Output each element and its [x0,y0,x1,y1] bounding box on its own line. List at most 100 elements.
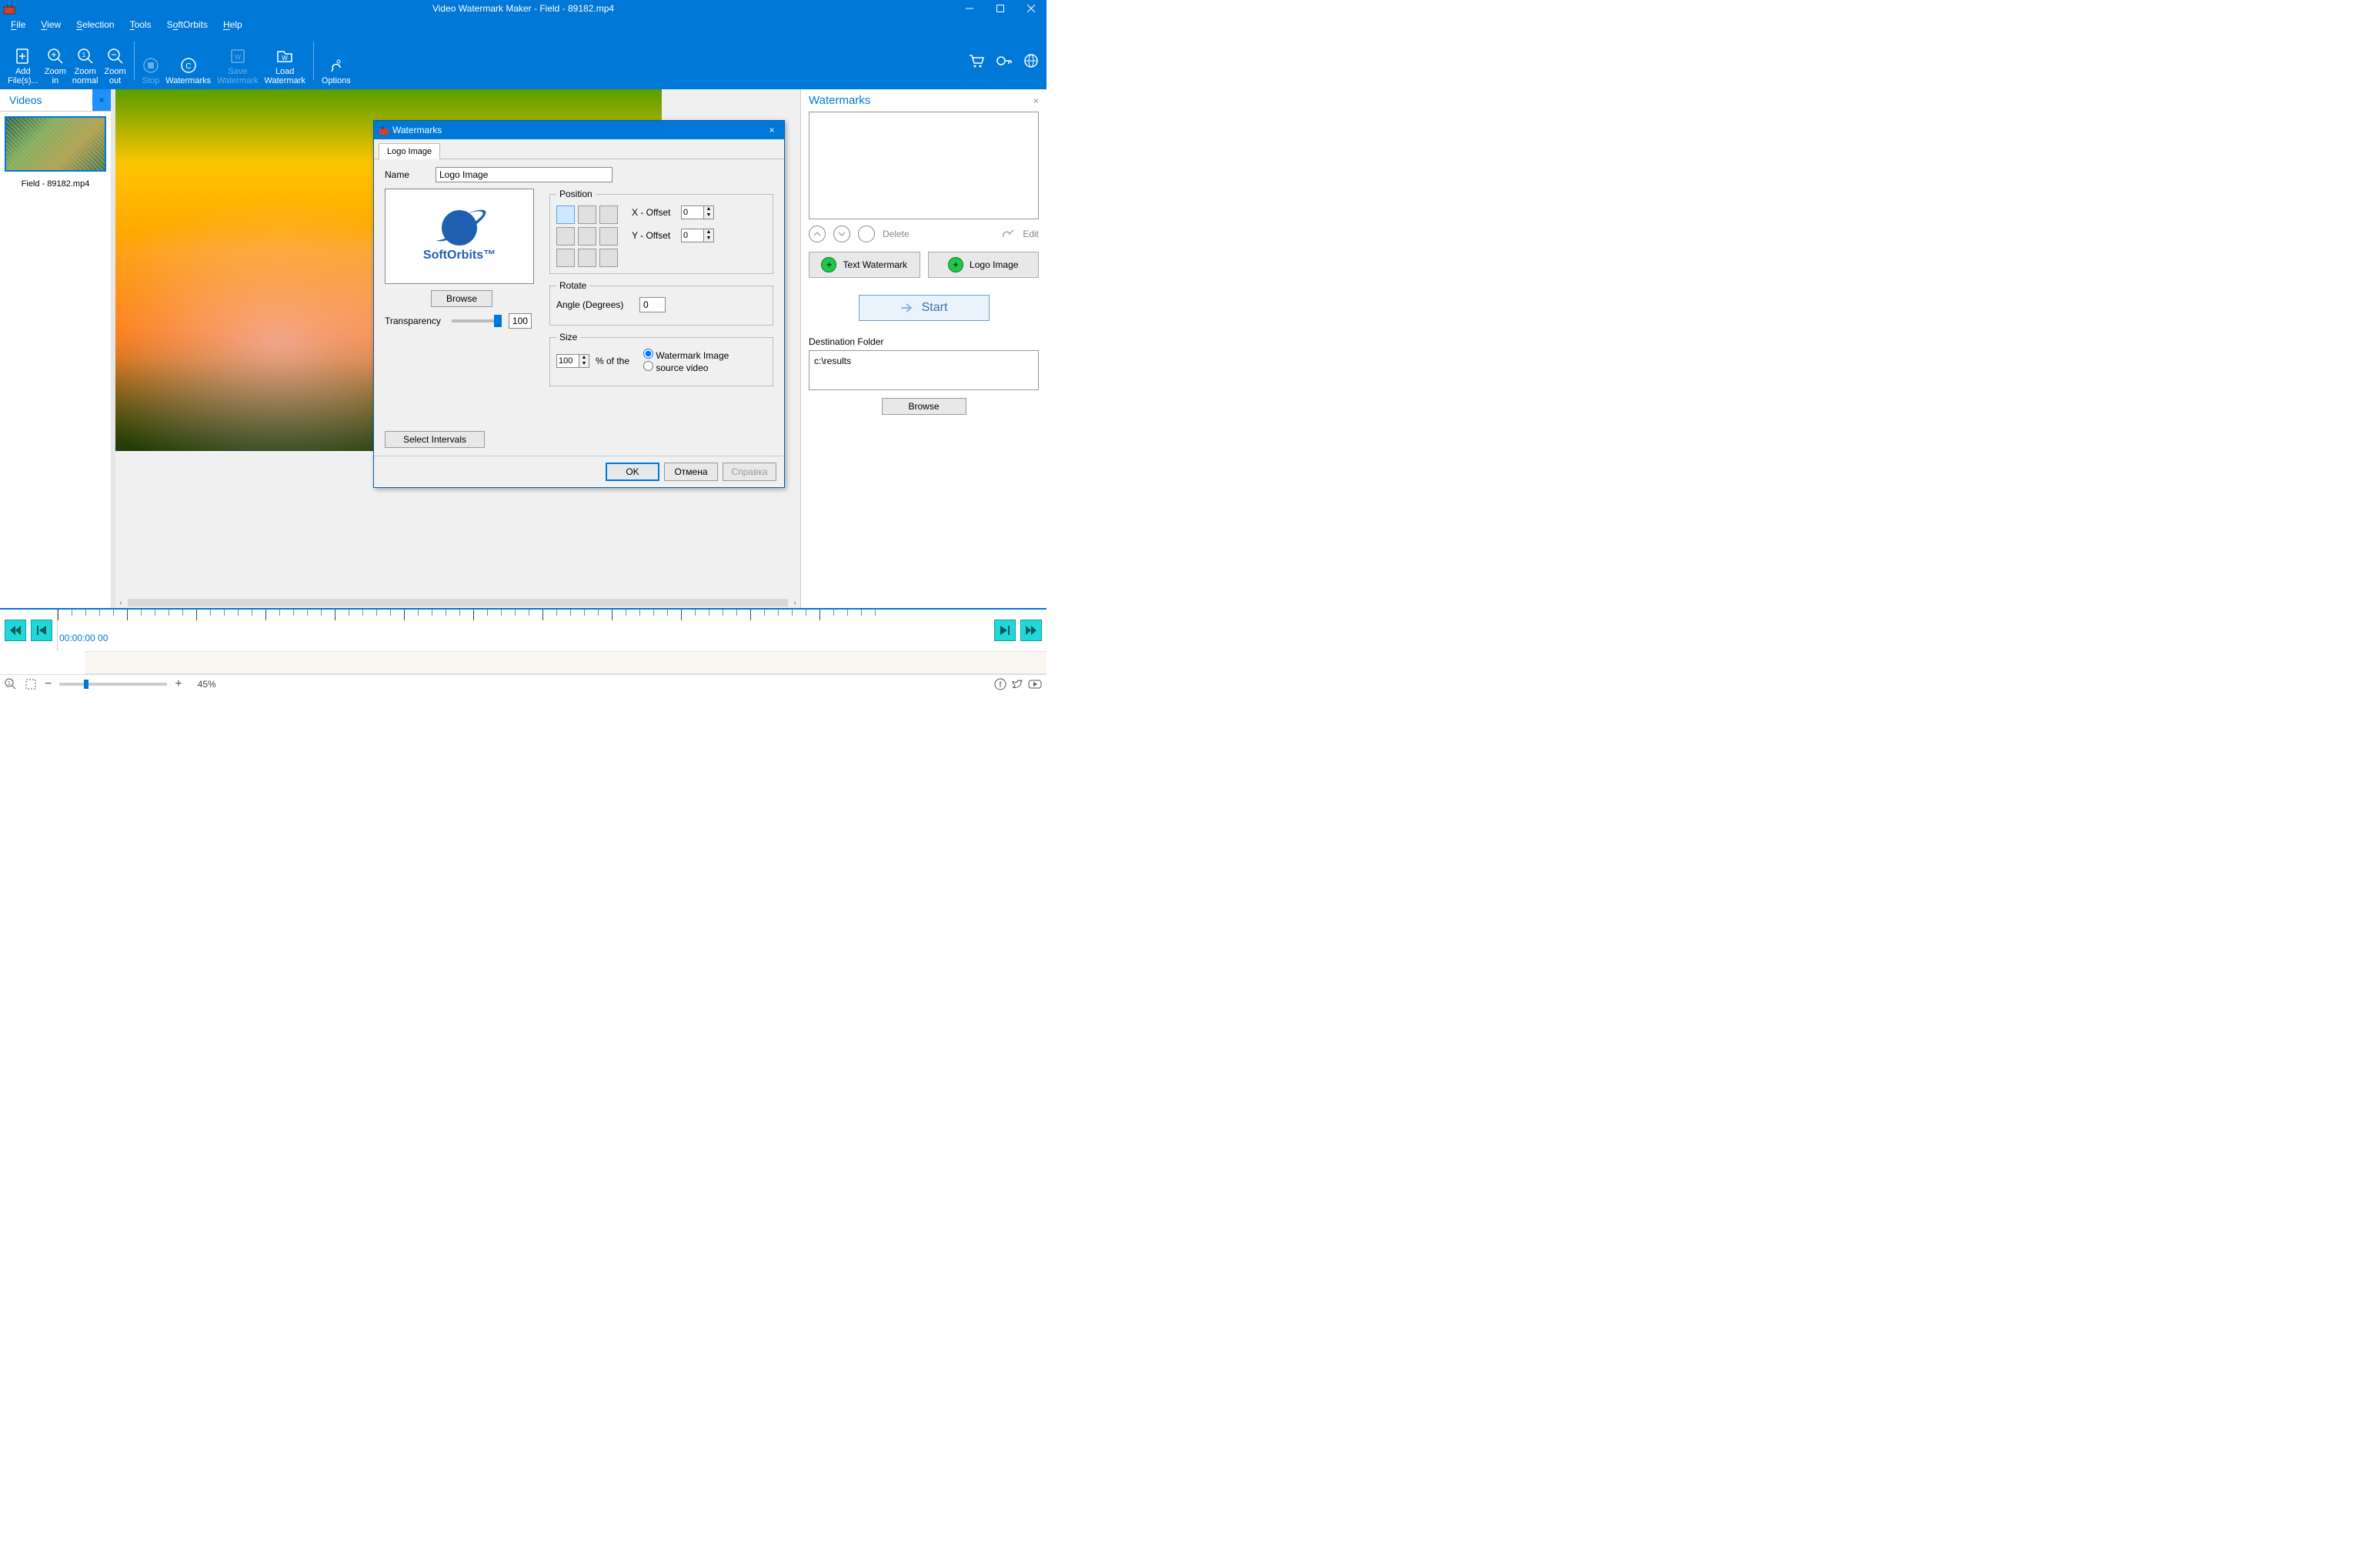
position-top-right[interactable] [599,205,618,224]
window-title: Video Watermark Maker - Field - 89182.mp… [432,3,614,14]
position-mid-center[interactable] [578,227,596,246]
key-icon[interactable] [996,53,1013,68]
svg-text:C: C [185,62,191,71]
svg-text:1: 1 [82,52,85,58]
load-watermark-button[interactable]: W Load Watermark [262,36,309,85]
toggle-button[interactable] [858,226,875,242]
app-icon [3,2,15,15]
video-thumbnail[interactable] [5,116,106,172]
position-top-center[interactable] [578,205,596,224]
videos-panel-close[interactable]: × [92,89,111,111]
destination-folder-value: c:\results [809,350,1039,390]
dialog-close-button[interactable]: × [764,125,779,135]
menu-selection[interactable]: Selection [76,19,114,30]
close-button[interactable] [1016,0,1046,17]
position-mid-right[interactable] [599,227,618,246]
menu-softorbits[interactable]: SoftOrbits [167,19,208,30]
delete-link[interactable]: Delete [883,229,910,239]
zoom-in-button[interactable]: Zoom in [42,36,69,85]
position-bot-right[interactable] [599,249,618,267]
zoom-slider[interactable] [59,683,167,686]
horizontal-scrollbar[interactable]: ‹› [115,597,800,608]
titlebar: Video Watermark Maker - Field - 89182.mp… [0,0,1046,17]
toolbar: Add File(s)... Zoom in 1 Zoom normal Zoo… [0,32,1046,89]
edit-link[interactable]: Edit [1023,229,1039,239]
position-top-left[interactable] [556,205,575,224]
canvas-view[interactable]: Watermarks × Logo Image Name [115,89,800,597]
facebook-icon[interactable]: f [994,678,1006,690]
radio-source-video[interactable]: source video [643,361,729,373]
clip-track[interactable] [85,651,1046,674]
y-offset-spinner[interactable]: ▲▼ [681,229,714,242]
y-offset-label: Y - Offset [632,230,675,241]
add-files-button[interactable]: Add File(s)... [5,36,42,85]
status-bar: 1 − + 45% f [0,674,1046,693]
menu-tools[interactable]: Tools [130,19,152,30]
menu-file[interactable]: File [11,19,25,30]
position-bot-center[interactable] [578,249,596,267]
dialog-app-icon [379,125,389,135]
cancel-button[interactable]: Отмена [664,463,718,481]
watermarks-panel-close[interactable]: × [1033,95,1039,106]
transparency-label: Transparency [385,316,441,326]
angle-label: Angle (Degrees) [556,299,633,310]
timeline: 00:00:00 00 [0,608,1046,674]
browse-logo-button[interactable]: Browse [431,290,492,307]
position-fieldset: Position [549,189,773,274]
zoom-actual-icon[interactable]: 1 [5,678,17,690]
rewind-button[interactable] [5,620,26,641]
angle-input[interactable] [639,297,666,312]
video-filename: Field - 89182.mp4 [0,179,111,189]
move-up-button[interactable] [809,226,826,242]
add-text-watermark-button[interactable]: +Text Watermark [809,252,920,278]
transparency-value[interactable] [509,313,532,329]
radio-watermark-image[interactable]: Watermark Image [643,349,729,361]
timeline-ruler[interactable]: 00:00:00 00 [57,610,990,651]
watermarks-dialog: Watermarks × Logo Image Name [373,120,785,488]
twitter-icon[interactable] [1011,678,1023,690]
name-label: Name [385,169,429,180]
move-down-button[interactable] [833,226,850,242]
size-fieldset: Size ▲▼ % of the Watermark Image source … [549,332,773,386]
zoom-out-button[interactable]: Zoom out [101,36,129,85]
transparency-slider[interactable] [452,319,498,322]
help-button: Справка [723,463,776,481]
select-intervals-button[interactable]: Select Intervals [385,431,485,448]
tab-logo-image[interactable]: Logo Image [379,143,440,159]
watermarks-list[interactable] [809,112,1039,219]
watermarks-button[interactable]: C Watermarks [162,36,214,85]
x-offset-label: X - Offset [632,207,675,218]
size-spinner[interactable]: ▲▼ [556,354,589,368]
start-button[interactable]: Start [859,295,990,321]
of-the-label: % of the [596,356,629,366]
maximize-button[interactable] [985,0,1016,17]
menu-help[interactable]: Help [223,19,242,30]
position-mid-left[interactable] [556,227,575,246]
step-forward-button[interactable] [994,620,1016,641]
x-offset-spinner[interactable]: ▲▼ [681,205,714,219]
add-logo-image-button[interactable]: +Logo Image [928,252,1040,278]
cart-icon[interactable] [968,53,985,68]
rotate-fieldset: Rotate Angle (Degrees) [549,280,773,326]
step-back-button[interactable] [31,620,52,641]
destination-browse-button[interactable]: Browse [882,398,966,415]
name-input[interactable] [436,167,613,182]
minimize-button[interactable] [954,0,985,17]
videos-panel: Videos × Field - 89182.mp4 [0,89,111,608]
youtube-icon[interactable] [1028,678,1042,690]
logo-preview: SoftOrbits™ [385,189,534,284]
zoom-minus-icon[interactable]: − [45,677,52,691]
globe-icon[interactable] [1023,53,1039,68]
zoom-fit-icon[interactable] [25,678,37,690]
ok-button[interactable]: OK [606,463,659,481]
svg-text:1: 1 [8,681,11,687]
fast-forward-button[interactable] [1020,620,1042,641]
watermarks-panel: Watermarks × Delete Edit +Text Watermark… [800,89,1046,608]
position-bot-left[interactable] [556,249,575,267]
position-grid[interactable] [556,205,618,267]
zoom-percent: 45% [198,679,216,690]
menu-view[interactable]: View [41,19,61,30]
zoom-normal-button[interactable]: 1 Zoom normal [69,36,102,85]
options-button[interactable]: Options [319,36,354,85]
zoom-plus-icon[interactable]: + [175,677,182,691]
